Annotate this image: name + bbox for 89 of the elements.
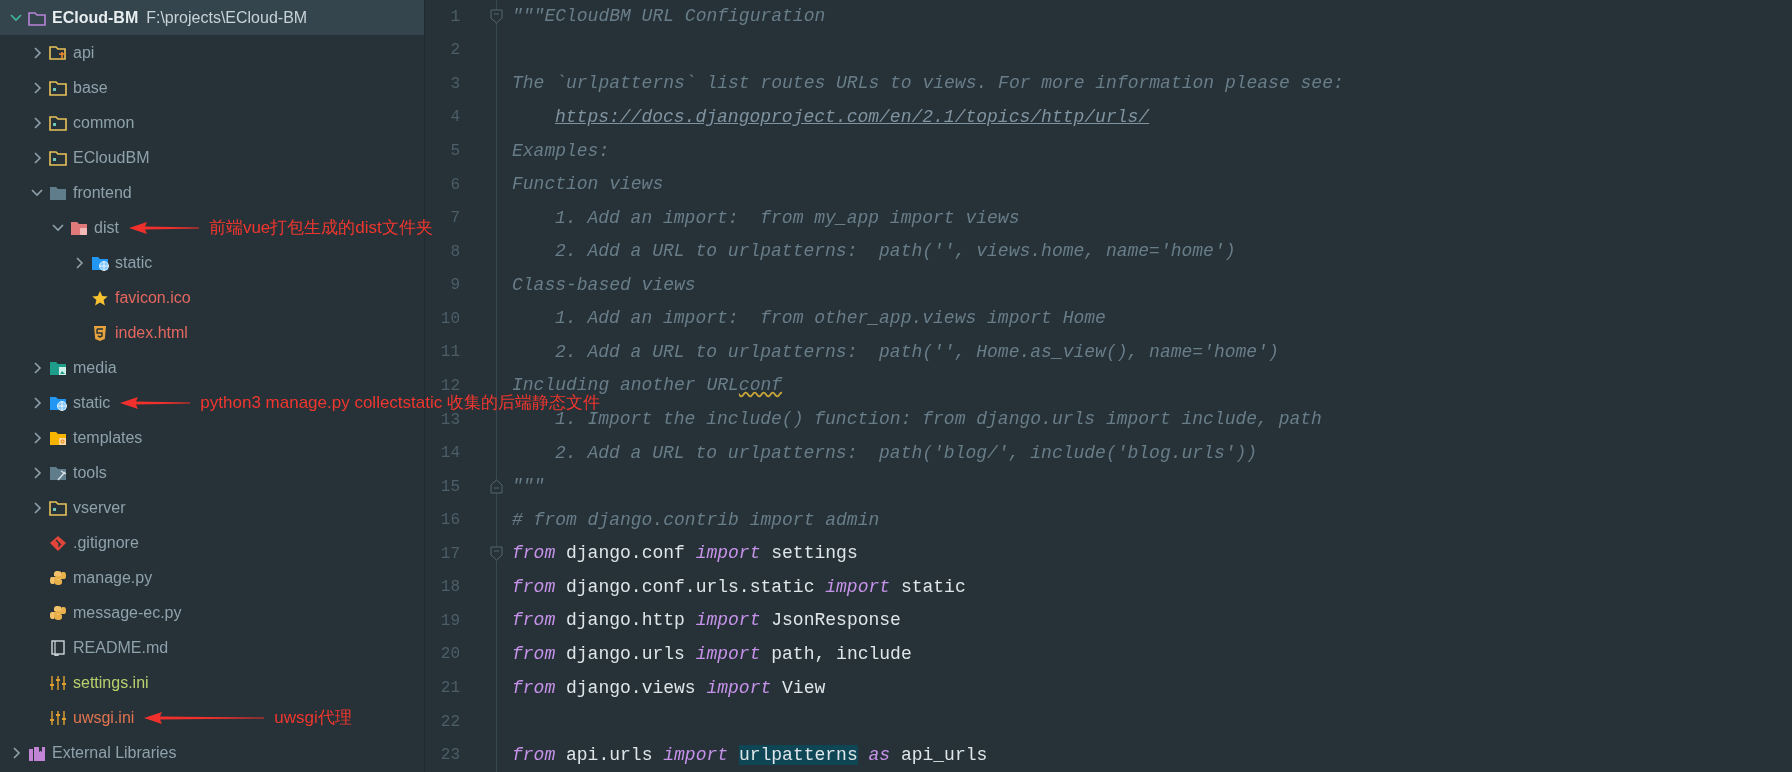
tree-row[interactable]: dist bbox=[0, 210, 119, 245]
project-name: ECloud-BM bbox=[52, 7, 139, 28]
code-line: Class-based views bbox=[512, 273, 696, 297]
package-folder-icon bbox=[49, 149, 67, 166]
code-line: Examples: bbox=[512, 139, 610, 163]
code-line: """ bbox=[512, 475, 545, 499]
code-line: 1. Add an import: from other_app.views import Home bbox=[554, 307, 1106, 331]
tree-row[interactable]: tools bbox=[0, 455, 424, 490]
tree-row[interactable]: settings.ini bbox=[0, 665, 424, 700]
file-name: settings.ini bbox=[73, 672, 149, 693]
python-icon bbox=[49, 604, 67, 621]
books-icon bbox=[28, 744, 46, 761]
code-line: Function views bbox=[512, 173, 664, 197]
code-line: 2. Add a URL to urlpatterns: path('', Home.as_view(), name='home') bbox=[554, 340, 1279, 364]
git-icon bbox=[49, 534, 67, 551]
annotation-text: uwsgi代理 bbox=[274, 706, 352, 729]
file-name: base bbox=[73, 77, 108, 98]
file-name: External Libraries bbox=[52, 742, 177, 763]
package-folder-icon bbox=[49, 114, 67, 131]
tree-row[interactable]: templates bbox=[0, 420, 424, 455]
file-name: uwsgi.ini bbox=[73, 707, 135, 728]
file-name: media bbox=[73, 357, 117, 378]
tree-row[interactable]: api bbox=[0, 35, 424, 70]
file-name: tools bbox=[73, 462, 107, 483]
tools-folder-icon bbox=[49, 464, 67, 481]
tree-row[interactable]: ECloudBM bbox=[0, 140, 424, 175]
tree-row[interactable]: message-ec.py bbox=[0, 595, 424, 630]
code-line: # from django.contrib import admin bbox=[512, 508, 880, 532]
tree-row[interactable]: index.html bbox=[0, 315, 424, 350]
file-name: static bbox=[73, 392, 111, 413]
code-line: 2. Add a URL to urlpatterns: path('blog/', include('blog.urls')) bbox=[554, 441, 1258, 465]
file-name: frontend bbox=[73, 182, 132, 203]
tree-row[interactable]: External Libraries bbox=[0, 735, 424, 770]
tree-row[interactable]: favicon.ico bbox=[0, 280, 424, 315]
code-line: from django.http import JsonResponse bbox=[512, 609, 901, 633]
book-icon bbox=[49, 639, 67, 656]
project-path: F:\projects\ECloud-BM bbox=[146, 7, 308, 28]
tree-row[interactable]: uwsgi.ini bbox=[0, 700, 135, 735]
folder-icon bbox=[28, 9, 46, 26]
tree-row[interactable]: vserver bbox=[0, 490, 424, 525]
file-name: ECloudBM bbox=[73, 147, 150, 168]
code-line: from django.conf import settings bbox=[512, 542, 858, 566]
folder-icon bbox=[70, 219, 88, 236]
tree-row[interactable]: static bbox=[0, 385, 111, 420]
sliders-icon bbox=[49, 674, 67, 691]
file-name: vserver bbox=[73, 497, 126, 518]
file-name: favicon.ico bbox=[115, 287, 191, 308]
file-name: dist bbox=[94, 217, 119, 238]
file-name: common bbox=[73, 112, 135, 133]
code-line: The `urlpatterns` list routes URLs to views. For more information please see: bbox=[512, 72, 1344, 96]
code-line: from django.urls import path, include bbox=[512, 642, 912, 666]
code-line: 1. Add an import: from my_app import views bbox=[554, 206, 1020, 230]
doc-link[interactable]: https://docs.djangoproject.com/en/2.1/topics/http/urls/ bbox=[512, 103, 1150, 131]
tree-row[interactable]: .gitignore bbox=[0, 525, 424, 560]
code-line: from api.urls import urlpatterns as api_urls bbox=[512, 743, 988, 767]
tree-row[interactable]: common bbox=[0, 105, 424, 140]
star-icon bbox=[91, 289, 109, 306]
tree-row[interactable]: static bbox=[0, 245, 424, 280]
folder-icon bbox=[49, 184, 67, 201]
sliders-icon bbox=[49, 709, 67, 726]
tree-row[interactable]: manage.py bbox=[0, 560, 424, 595]
tree-row[interactable]: base bbox=[0, 70, 424, 105]
folder-icon bbox=[49, 44, 67, 61]
image-folder-icon bbox=[49, 359, 67, 376]
file-name: .gitignore bbox=[73, 532, 139, 553]
code-line: from django.views import View bbox=[512, 676, 826, 700]
file-name: templates bbox=[73, 427, 143, 448]
annotation-text: 前端vue打包生成的dist文件夹 bbox=[208, 216, 433, 239]
file-name: manage.py bbox=[73, 567, 153, 588]
package-folder-icon bbox=[49, 499, 67, 516]
tree-row[interactable]: README.md bbox=[0, 630, 424, 665]
code-line: """ECloudBM URL Configuration bbox=[512, 5, 826, 29]
package-folder-icon bbox=[49, 79, 67, 96]
code-line: from django.conf.urls.static import static bbox=[512, 575, 966, 599]
file-name: README.md bbox=[73, 637, 169, 658]
file-name: api bbox=[73, 42, 95, 63]
code-line: 2. Add a URL to urlpatterns: path('', views.home, name='home') bbox=[554, 240, 1236, 264]
python-icon bbox=[49, 569, 67, 586]
html-file-icon bbox=[91, 324, 109, 341]
tree-row[interactable]: media bbox=[0, 350, 424, 385]
tree-row[interactable]: ECloud-BM F:\projects\ECloud-BM bbox=[0, 0, 424, 35]
globe-folder-icon bbox=[49, 394, 67, 411]
file-name: index.html bbox=[115, 322, 188, 343]
annotation-text: python3 manage.py collectstatic 收集的后端静态文件 bbox=[200, 392, 600, 412]
file-name: static bbox=[115, 252, 153, 273]
folder-icon bbox=[49, 429, 67, 446]
file-name: message-ec.py bbox=[73, 602, 182, 623]
tree-row[interactable]: frontend bbox=[0, 175, 424, 210]
globe-folder-icon bbox=[91, 254, 109, 271]
